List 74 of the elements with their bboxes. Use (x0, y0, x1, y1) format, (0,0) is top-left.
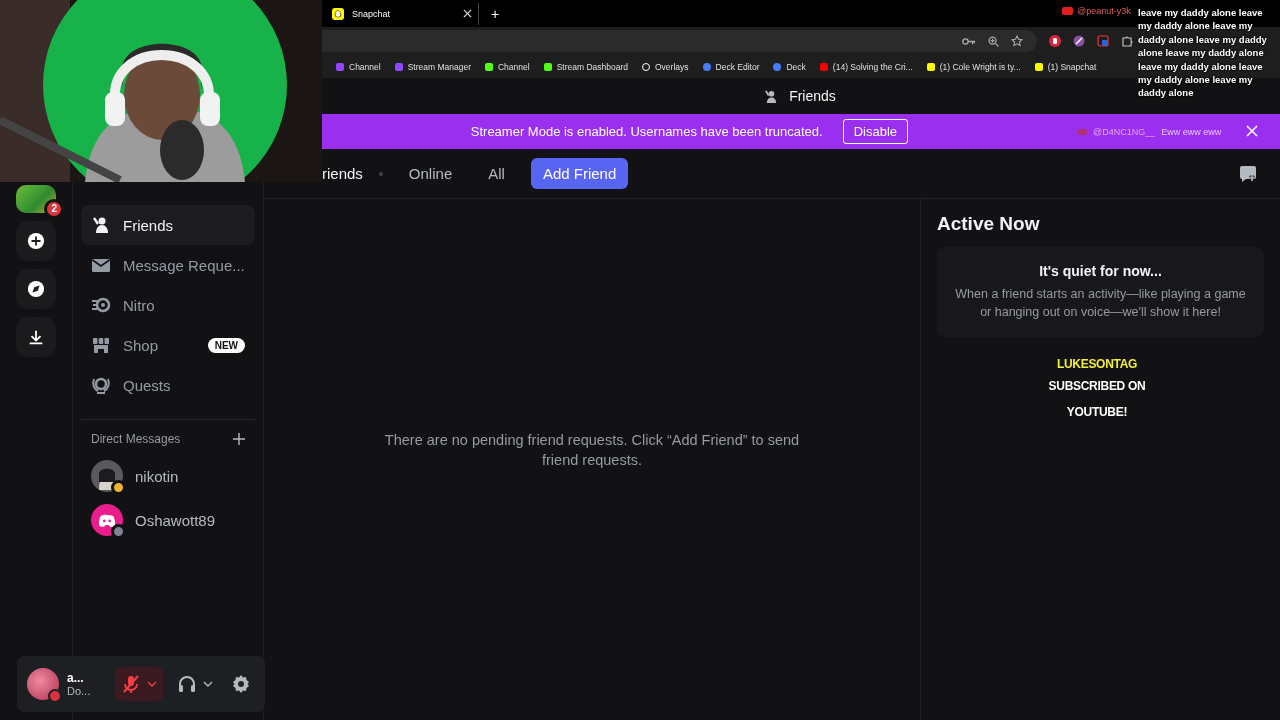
chat-author: @D4NC1NG__ (1093, 126, 1156, 137)
bookmark[interactable]: (1) Cole Wright is ty... (926, 61, 1021, 72)
alert-text: SUBSCRIBED ON YOUTUBE! (1047, 378, 1147, 421)
bookmark[interactable]: Deck (773, 61, 806, 72)
compass-icon[interactable] (1073, 35, 1085, 47)
nitro-icon (91, 295, 111, 315)
youtube-icon (1062, 7, 1073, 15)
bookmark[interactable]: Stream Manager (394, 61, 471, 72)
discord-logo-icon (98, 513, 116, 527)
dm-item[interactable]: Oshawott89 (81, 498, 255, 542)
header-tab[interactable]: All (478, 159, 515, 188)
user-name: a... (67, 671, 85, 685)
new-tab-button[interactable]: + (491, 5, 500, 22)
window-title: Friends (789, 88, 836, 104)
user-status: Do... (67, 685, 92, 697)
bookmark[interactable]: Stream Dashboard (543, 61, 628, 72)
avatar[interactable] (27, 668, 59, 700)
header-tab[interactable]: Online (398, 159, 463, 188)
shop-icon (91, 335, 111, 355)
nav-item[interactable]: Nitro (81, 285, 255, 325)
bookmark[interactable]: (14) Solving the Cri... (819, 61, 913, 72)
key-icon[interactable] (962, 36, 976, 46)
download-icon (27, 328, 45, 346)
waving-person-icon (91, 215, 111, 235)
laurel-icon (91, 375, 111, 395)
notification-badge: 2 (44, 199, 64, 219)
headphones-icon (177, 674, 197, 694)
card-title: It's quiet for now... (1039, 263, 1162, 279)
extension-icon[interactable] (1097, 35, 1109, 47)
youtube-icon (1078, 128, 1088, 135)
bookmark[interactable]: Overlays (642, 61, 689, 72)
dm-item[interactable]: nikotin (81, 454, 255, 498)
hand-icon[interactable] (1049, 35, 1061, 47)
microphone-button[interactable] (115, 667, 163, 701)
section-heading: Direct Messages (91, 432, 181, 446)
bookmark[interactable]: Channel (336, 61, 381, 72)
chat-message: Eww eww eww (1161, 126, 1222, 137)
zoom-icon[interactable] (988, 35, 999, 47)
chat-author: @peanut-y3k (1077, 6, 1131, 16)
add-server-button[interactable] (16, 221, 56, 261)
bookmark[interactable]: Deck Editor (702, 61, 760, 72)
ghost-icon (332, 7, 344, 20)
add-friend-button[interactable]: Add Friend (530, 158, 629, 189)
disable-button[interactable]: Disable (842, 119, 909, 144)
nav-item[interactable]: Friends (81, 205, 255, 245)
nav-item[interactable]: Message Reque... (81, 245, 255, 285)
chat-message: leave my daddy alone leave my daddy alone leave my daddy alone leave my daddy alone leave my daddy alone leave my daddy alone leave my daddy alone leave my daddy alone (1138, 6, 1268, 100)
download-button[interactable] (16, 317, 56, 357)
star-icon[interactable] (1011, 35, 1023, 47)
caret-icon (147, 681, 157, 687)
new-badge: NEW (207, 337, 245, 353)
card-text: When a friend starts an activity—like playing a game or hanging out on voice—we'll show it here! (954, 286, 1247, 321)
avatar (91, 460, 123, 492)
bookmark[interactable]: Channel (485, 61, 530, 72)
compass-icon (27, 280, 45, 298)
plus-icon[interactable] (233, 433, 245, 445)
empty-message: There are no pending friend requests. Click “Add Friend” to send friend requests. (383, 430, 801, 470)
server-icon[interactable] (16, 185, 56, 213)
plus-icon (27, 232, 45, 250)
nav-item[interactable]: Quests (81, 365, 255, 405)
banner-text: Streamer Mode is enabled. Usernames have been truncated. (470, 124, 823, 139)
bookmark[interactable]: (1) Snapchat (1034, 61, 1097, 72)
puzzle-icon[interactable] (1121, 35, 1133, 47)
status-dot (48, 689, 62, 703)
caret-icon (203, 681, 213, 687)
nav-item[interactable]: Shop NEW (81, 325, 255, 365)
page-title: riends (322, 165, 363, 182)
settings-icon[interactable] (231, 674, 251, 694)
alert-name: LUKESONTAG (1056, 357, 1138, 371)
microphone-icon (121, 674, 141, 694)
new-group-dm-icon[interactable] (1238, 163, 1258, 184)
explore-button[interactable] (16, 269, 56, 309)
close-icon[interactable] (463, 9, 472, 18)
section-title: Active Now (937, 213, 1041, 235)
